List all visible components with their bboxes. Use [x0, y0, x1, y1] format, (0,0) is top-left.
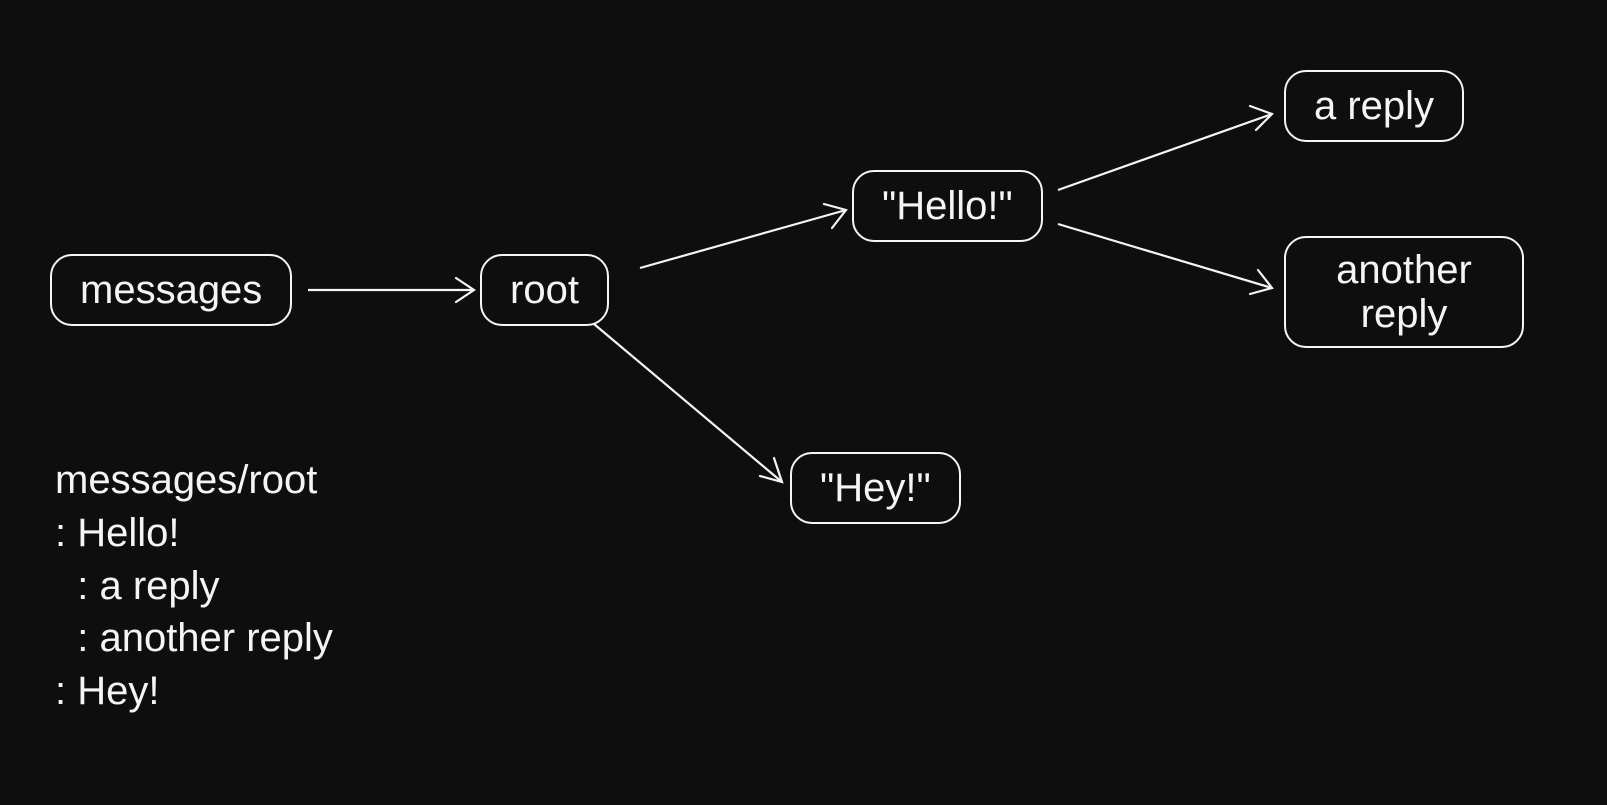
- arrowhead-root-hey: [760, 458, 782, 482]
- node-a-reply: a reply: [1284, 70, 1464, 142]
- tree-line-2: : Hello!: [55, 507, 333, 560]
- edge-hello-areply: [1058, 114, 1272, 190]
- node-another-reply: another reply: [1284, 236, 1524, 348]
- arrowhead-messages-root: [456, 278, 474, 302]
- tree-line-3: : a reply: [55, 560, 333, 613]
- node-hello: "Hello!": [852, 170, 1043, 242]
- node-root: root: [480, 254, 609, 326]
- tree-line-5: : Hey!: [55, 665, 333, 718]
- arrowhead-hello-anotherreply: [1250, 270, 1272, 294]
- arrowhead-root-hello: [824, 204, 846, 228]
- tree-line-4: : another reply: [55, 612, 333, 665]
- edge-hello-anotherreply: [1058, 224, 1272, 288]
- node-hey: "Hey!": [790, 452, 961, 524]
- edge-root-hey: [594, 324, 782, 482]
- arrowhead-hello-areply: [1250, 106, 1272, 130]
- edge-root-hello: [640, 210, 846, 268]
- tree-line-1: messages/root: [55, 454, 333, 507]
- diagram-canvas: { "nodes": { "messages": "messages", "ro…: [0, 0, 1607, 805]
- tree-text-block: messages/root : Hello! : a reply : anoth…: [55, 454, 333, 718]
- node-messages: messages: [50, 254, 292, 326]
